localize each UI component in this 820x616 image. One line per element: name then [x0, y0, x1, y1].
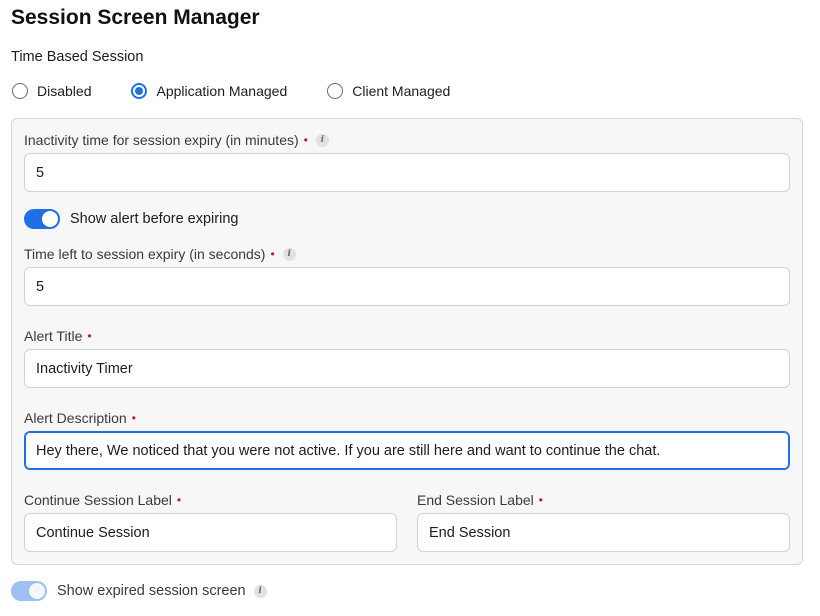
required-marker: •	[270, 247, 275, 261]
required-marker: •	[303, 133, 308, 147]
time-left-seconds-input[interactable]: 5	[24, 267, 790, 306]
end-session-label: End Session Label •	[417, 492, 543, 508]
show-alert-toggle[interactable]	[24, 209, 60, 229]
alert-description-label: Alert Description •	[24, 410, 136, 426]
field-label-text: Inactivity time for session expiry (in m…	[24, 132, 299, 148]
info-icon[interactable]: i	[253, 584, 267, 598]
info-icon[interactable]: i	[315, 133, 329, 147]
alert-description-input[interactable]: Hey there, We noticed that you were not …	[24, 431, 790, 470]
continue-session-input[interactable]: Continue Session	[24, 513, 397, 552]
field-label-text: Alert Description	[24, 410, 127, 426]
inactivity-minutes-input[interactable]: 5	[24, 153, 790, 192]
continue-session-label: Continue Session Label •	[24, 492, 181, 508]
radio-application-managed[interactable]: Application Managed	[131, 83, 287, 99]
show-alert-label: Show alert before expiring	[70, 211, 239, 227]
radio-label: Disabled	[37, 83, 92, 99]
field-label-text: Time left to session expiry (in seconds)	[24, 246, 266, 262]
radio-client-managed[interactable]: Client Managed	[327, 83, 450, 99]
radio-circle-icon[interactable]	[12, 83, 28, 99]
session-settings-panel: Inactivity time for session expiry (in m…	[11, 118, 803, 565]
toggle-knob	[29, 583, 45, 599]
field-label-text: Continue Session Label	[24, 492, 172, 508]
show-expired-screen-toggle[interactable]	[11, 581, 47, 601]
toggle-knob	[42, 211, 58, 227]
field-label-text: Alert Title	[24, 328, 83, 344]
info-icon[interactable]: i	[282, 247, 296, 261]
radio-disabled[interactable]: Disabled	[12, 83, 91, 99]
show-expired-screen-label: Show expired session screen i	[57, 583, 267, 599]
radio-label: Application Managed	[156, 83, 288, 99]
session-mode-radio-group: Disabled Application Managed Client Mana…	[12, 83, 450, 99]
time-based-session-label: Time Based Session	[11, 49, 144, 65]
toggle-label-text: Show expired session screen	[57, 583, 246, 599]
page-title: Session Screen Manager	[11, 6, 260, 29]
time-left-label: Time left to session expiry (in seconds)…	[24, 246, 296, 262]
required-marker: •	[87, 329, 92, 343]
alert-title-input[interactable]: Inactivity Timer	[24, 349, 790, 388]
alert-title-label: Alert Title •	[24, 328, 92, 344]
radio-label: Client Managed	[352, 83, 451, 99]
required-marker: •	[538, 493, 543, 507]
field-label-text: End Session Label	[417, 492, 534, 508]
required-marker: •	[131, 411, 136, 425]
radio-circle-icon[interactable]	[131, 83, 148, 99]
end-session-input[interactable]: End Session	[417, 513, 790, 552]
radio-circle-icon[interactable]	[327, 83, 344, 99]
required-marker: •	[176, 493, 182, 507]
inactivity-label: Inactivity time for session expiry (in m…	[24, 132, 329, 148]
